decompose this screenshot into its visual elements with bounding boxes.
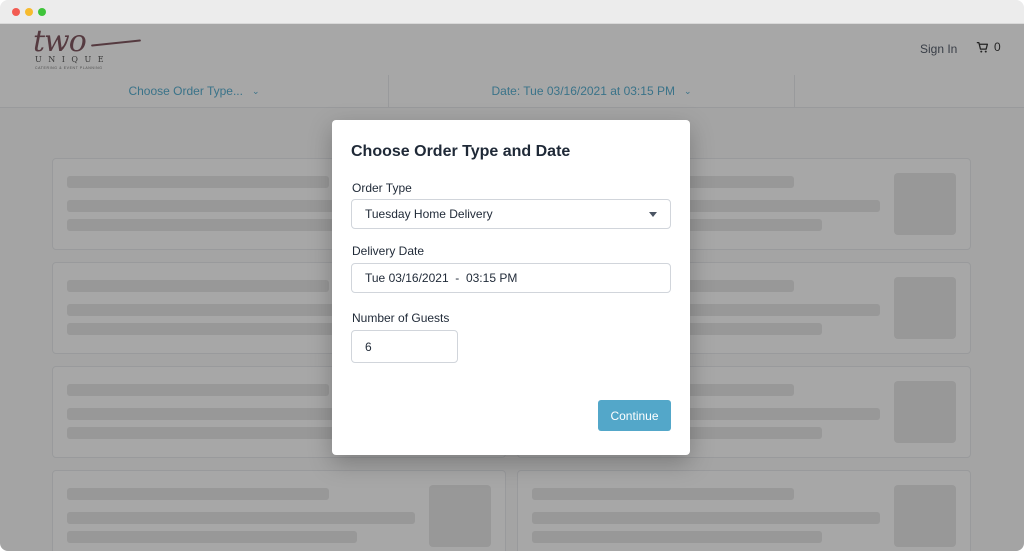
order-type-date-modal: Choose Order Type and Date Order Type Tu… (332, 120, 690, 455)
guests-label: Number of Guests (352, 311, 450, 325)
continue-button[interactable]: Continue (598, 400, 671, 431)
modal-title: Choose Order Type and Date (351, 143, 571, 160)
browser-window: two UNIQUE CATERING & EVENT PLANNING Sig… (0, 0, 1024, 551)
delivery-date-label: Delivery Date (352, 244, 425, 258)
minimize-window-button[interactable] (25, 8, 33, 16)
delivery-date-value: Tue 03/16/2021 - 03:15 PM (365, 271, 518, 285)
close-window-button[interactable] (12, 8, 20, 16)
guests-input[interactable]: 6 (351, 330, 458, 363)
order-type-select[interactable]: Tuesday Home Delivery (351, 199, 671, 229)
order-type-select-value: Tuesday Home Delivery (365, 207, 493, 221)
delivery-date-input[interactable]: Tue 03/16/2021 - 03:15 PM (351, 263, 671, 293)
window-titlebar (0, 0, 1024, 24)
caret-down-icon (649, 212, 657, 217)
order-type-label: Order Type (352, 181, 412, 195)
maximize-window-button[interactable] (38, 8, 46, 16)
guests-input-value: 6 (365, 339, 372, 354)
